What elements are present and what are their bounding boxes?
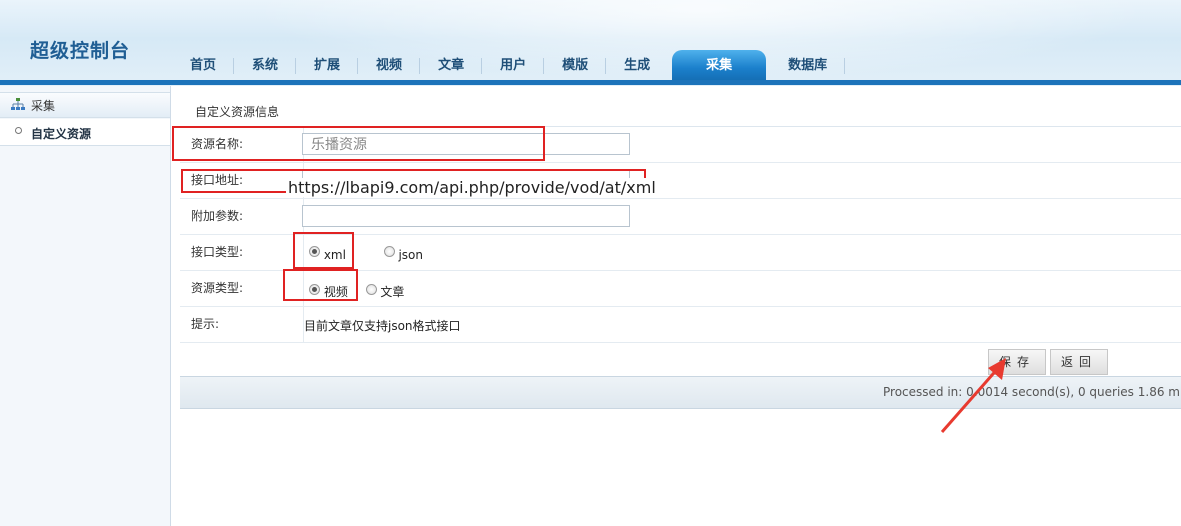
annotation-box-xml: [293, 232, 354, 269]
tab-collect[interactable]: 采集: [672, 50, 767, 80]
header: 超级控制台 首页 系统 扩展 视频 文章 用户 模版 生成 采集 数据库: [0, 0, 1181, 86]
sidebar-section-label: 采集: [31, 99, 56, 113]
tab-home[interactable]: 首页: [172, 50, 235, 80]
sidebar: 采集 自定义资源: [0, 86, 171, 526]
annotation-box-video: [283, 269, 358, 301]
tab-generate[interactable]: 生成: [606, 50, 668, 80]
top-nav: 首页 系统 扩展 视频 文章 用户 模版 生成 采集 数据库: [172, 50, 846, 80]
tab-database[interactable]: 数据库: [770, 50, 846, 80]
footer-stats: Processed in: 0.0014 second(s), 0 querie…: [883, 385, 1181, 399]
row-params: 附加参数:: [180, 199, 1181, 235]
radio-json-label: json: [398, 248, 423, 262]
annotation-arrow: [940, 358, 1006, 433]
sidebar-section-collect[interactable]: 采集: [0, 92, 170, 118]
tab-template[interactable]: 模版: [544, 50, 607, 80]
radio-json[interactable]: [383, 246, 395, 257]
api-type-label: 接口类型:: [180, 235, 304, 270]
tip-text: 目前文章仅支持json格式接口: [304, 319, 461, 333]
button-row: 保存 返回: [180, 343, 1181, 379]
radio-article[interactable]: [365, 284, 377, 295]
tab-video[interactable]: 视频: [358, 50, 421, 80]
annotation-box-name: [172, 126, 545, 161]
back-button[interactable]: 返回: [1050, 349, 1108, 375]
sitemap-icon: [11, 98, 25, 110]
row-tip: 提示: 目前文章仅支持json格式接口: [180, 307, 1181, 343]
bullet-icon: [15, 127, 22, 134]
tab-extend[interactable]: 扩展: [296, 50, 359, 80]
tip-label: 提示:: [180, 307, 304, 342]
header-bottom-bar: [0, 80, 1181, 85]
api-url-overlay-text: https://lbapi9.com/api.php/provide/vod/a…: [286, 178, 658, 197]
radio-article-label: 文章: [380, 285, 405, 299]
params-label: 附加参数:: [180, 199, 304, 234]
sidebar-item-custom-resource[interactable]: 自定义资源: [0, 119, 170, 146]
footer-bar: Processed in: 0.0014 second(s), 0 querie…: [180, 376, 1181, 409]
tab-system[interactable]: 系统: [234, 50, 297, 80]
tab-user[interactable]: 用户: [482, 50, 545, 80]
params-input[interactable]: [302, 205, 630, 227]
tab-article[interactable]: 文章: [420, 50, 483, 80]
sidebar-item-label: 自定义资源: [31, 127, 92, 141]
brand-title: 超级控制台: [30, 40, 131, 62]
panel-title: 自定义资源信息: [180, 96, 1181, 127]
